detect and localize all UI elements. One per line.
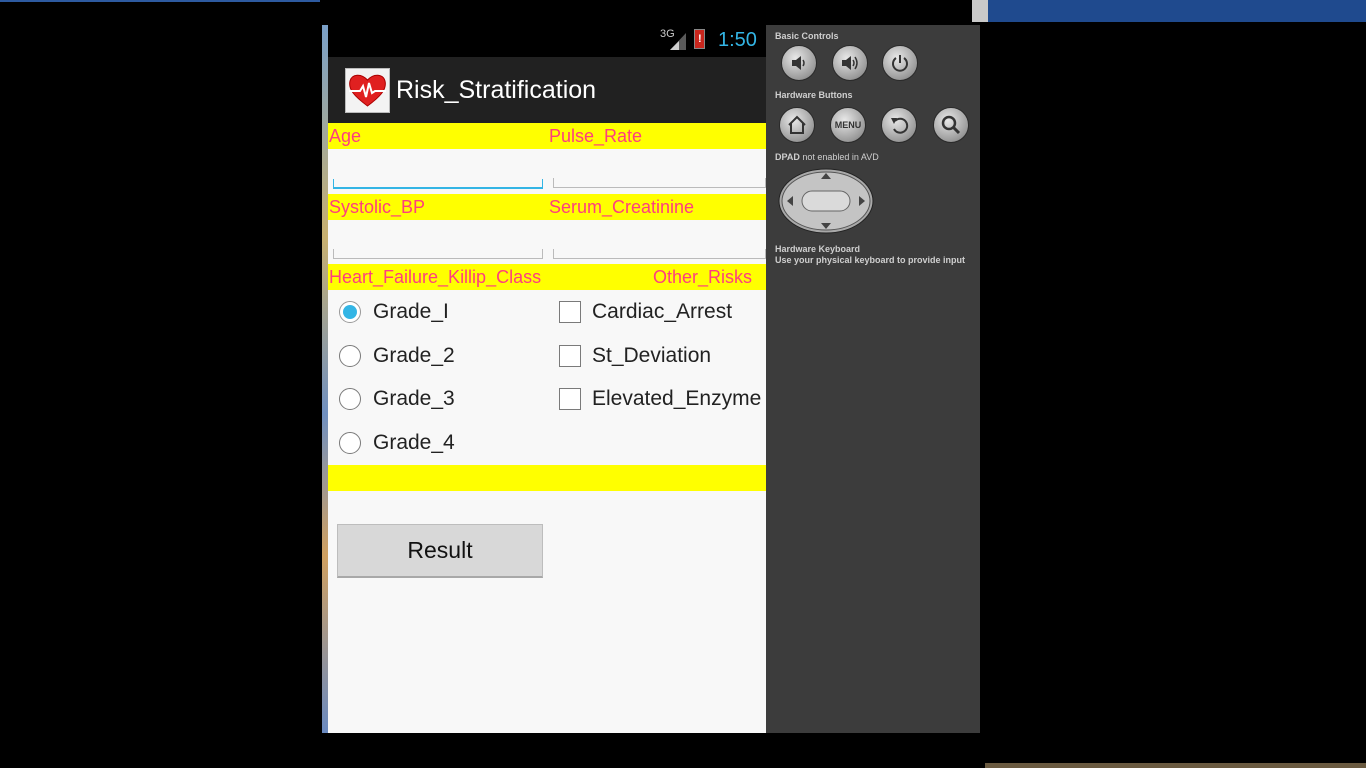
search-icon[interactable]	[933, 107, 969, 143]
result-band	[328, 465, 766, 491]
status-clock: 1:50	[718, 29, 757, 51]
grade-2-label: Grade_2	[373, 344, 455, 367]
grade-i-radio[interactable]	[339, 301, 361, 323]
st-deviation-checkbox[interactable]	[559, 345, 581, 367]
dpad-control[interactable]	[778, 168, 874, 234]
label-band-row2: Systolic_BP Serum_Creatinine	[328, 194, 766, 220]
dpad-heading-bold: DPAD	[775, 152, 800, 162]
label-band-row3: Heart_Failure_Killip_Class Other_Risks	[328, 264, 766, 290]
pulse-rate-field[interactable]	[553, 178, 766, 188]
grade-i-label: Grade_I	[373, 300, 449, 323]
home-icon[interactable]	[779, 107, 815, 143]
desktop-taskbar-fragment-right	[988, 0, 1366, 22]
app-title: Risk_Stratification	[396, 76, 597, 104]
heart-icon	[345, 68, 390, 113]
grade-2-radio[interactable]	[339, 345, 361, 367]
pulse-rate-label: Pulse_Rate	[549, 126, 643, 146]
hardware-keyboard-heading: Hardware Keyboard	[775, 244, 861, 254]
desktop-window-edge	[972, 0, 988, 22]
back-icon[interactable]	[881, 107, 917, 143]
desktop-taskbar-fragment-left	[0, 0, 320, 2]
battery-icon: !	[694, 29, 705, 49]
systolic-bp-field[interactable]	[333, 249, 543, 259]
emulator-controls-panel: Basic Controls Hardware Buttons MENU DPA…	[766, 25, 980, 733]
grade-3-radio[interactable]	[339, 388, 361, 410]
basic-controls-heading: Basic Controls	[775, 31, 839, 41]
result-button[interactable]: Result	[337, 524, 543, 578]
cardiac-arrest-checkbox[interactable]	[559, 301, 581, 323]
elevated-enzyme-label: Elevated_Enzyme	[592, 387, 762, 410]
desktop-bottom-fragment	[985, 763, 1366, 768]
power-icon[interactable]	[882, 45, 918, 81]
other-risks-label: Other_Risks	[653, 267, 753, 287]
systolic-bp-label: Systolic_BP	[329, 197, 426, 217]
grade-3-label: Grade_3	[373, 387, 455, 410]
elevated-enzyme-checkbox[interactable]	[559, 388, 581, 410]
volume-up-icon[interactable]	[832, 45, 868, 81]
cardiac-arrest-label: Cardiac_Arrest	[592, 300, 733, 323]
killip-class-label: Heart_Failure_Killip_Class	[329, 267, 542, 287]
hardware-buttons-heading: Hardware Buttons	[775, 90, 853, 100]
grade-4-radio[interactable]	[339, 432, 361, 454]
label-band-row1: Age Pulse_Rate	[328, 123, 766, 149]
volume-down-icon[interactable]	[781, 45, 817, 81]
status-bar: 3G ! 1:50	[328, 25, 766, 57]
dpad-heading: DPAD not enabled in AVD	[775, 152, 879, 162]
serum-creatinine-field[interactable]	[553, 249, 766, 259]
dpad-heading-note: not enabled in AVD	[802, 152, 879, 162]
signal-icon	[670, 33, 686, 50]
menu-button[interactable]: MENU	[830, 107, 866, 143]
action-bar: Risk_Stratification	[328, 57, 766, 123]
st-deviation-label: St_Deviation	[592, 344, 712, 367]
serum-creatinine-label: Serum_Creatinine	[549, 197, 695, 217]
hardware-keyboard-hint: Use your physical keyboard to provide in…	[775, 255, 966, 265]
grade-4-label: Grade_4	[373, 431, 455, 454]
age-field[interactable]	[333, 179, 543, 189]
menu-label: MENU	[834, 120, 862, 130]
age-label: Age	[329, 126, 362, 146]
emulator-screen: 3G ! 1:50 Risk_Stratification Age Pulse_…	[328, 25, 766, 733]
